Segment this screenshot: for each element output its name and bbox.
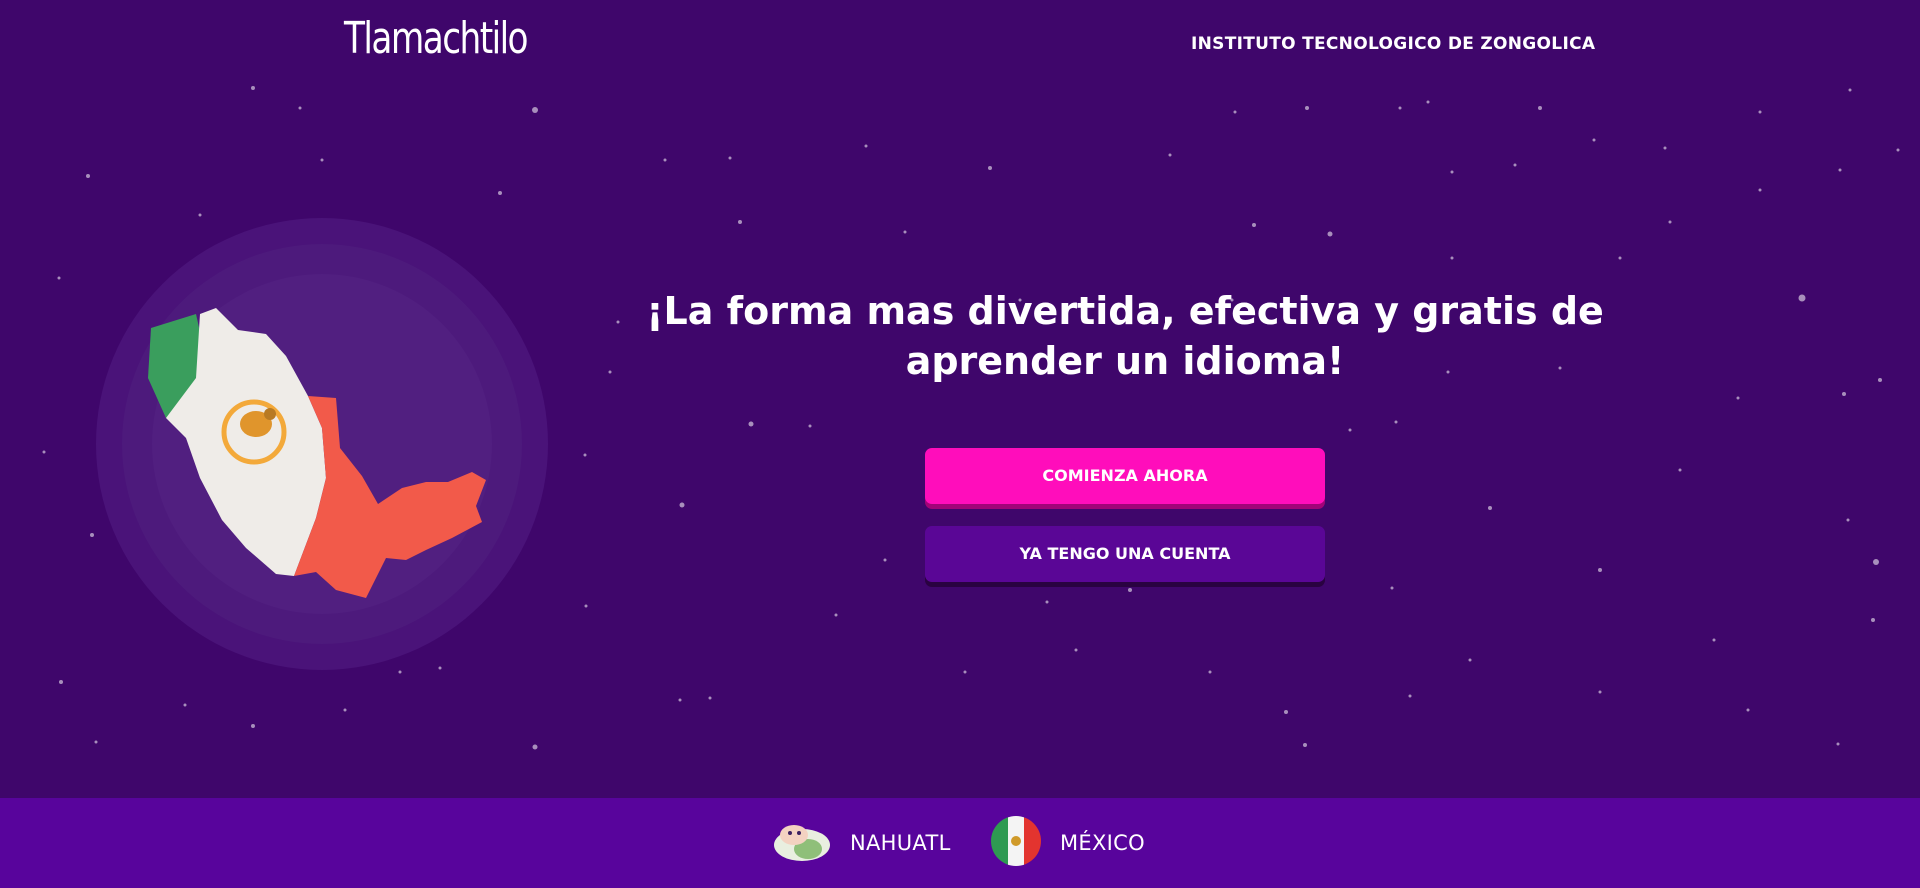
institute-name: INSTITUTO TECNOLOGICO DE ZONGOLICA xyxy=(1191,34,1596,54)
have-account-button[interactable]: YA TENGO UNA CUENTA xyxy=(925,526,1325,582)
mexico-flag-icon xyxy=(990,815,1042,871)
tortilla-icon xyxy=(772,817,832,869)
mexico-map-illustration xyxy=(96,218,548,670)
start-now-button[interactable]: COMIENZA AHORA xyxy=(925,448,1325,504)
hero-headline: ¡La forma mas divertida, efectiva y grat… xyxy=(646,289,1604,383)
language-label-mexico: MÉXICO xyxy=(1060,831,1145,855)
language-item-mexico[interactable]: MÉXICO xyxy=(990,798,1145,888)
language-label-nahuatl: NAHUATL xyxy=(850,831,951,855)
footer-language-bar: NAHUATL MÉXICO xyxy=(0,798,1920,888)
header: Tlamachtilo INSTITUTO TECNOLOGICO DE ZON… xyxy=(0,0,1920,90)
app-logo[interactable]: Tlamachtilo xyxy=(344,14,529,64)
language-item-nahuatl[interactable]: NAHUATL xyxy=(772,798,951,888)
